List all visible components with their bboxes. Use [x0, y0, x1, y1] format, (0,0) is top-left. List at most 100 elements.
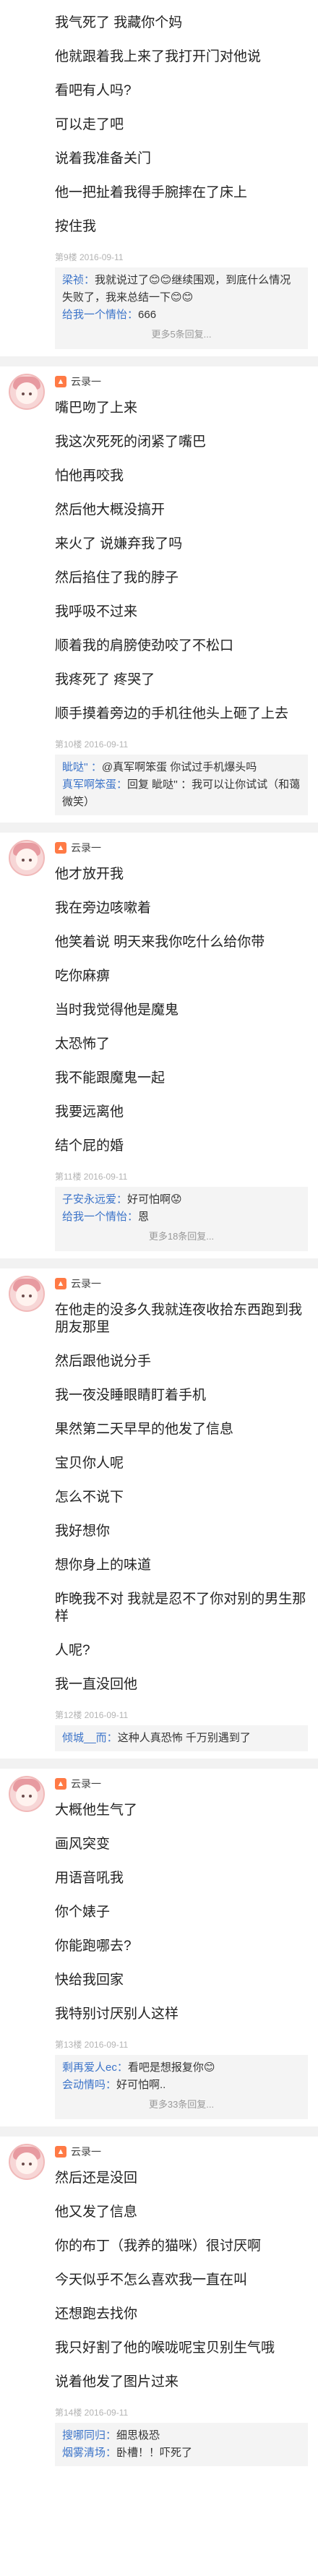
reply-text: 我就说过了😊😊继续围观，到底什么情况失败了，我来总结一下😊😊 — [62, 274, 291, 304]
post-line: 怕他再咬我 — [55, 468, 124, 484]
floor-info: 第10楼 2016-09-11 — [55, 739, 129, 750]
post-line: 你个婊子 — [55, 1905, 111, 1920]
post-separator — [0, 2126, 318, 2137]
reply-item: 给我一个情怡：恩 — [62, 1208, 301, 1226]
post-separator — [0, 1258, 318, 1268]
reply-author[interactable]: 真军啊笨蛋： — [62, 778, 127, 791]
thread: 我气死了 我藏你个妈 他就跟着我上来了我打开门对他说 看吧有人吗? 可以走了吧 说着我准… — [0, 0, 318, 2473]
post-line: 他一把扯着我得手腕摔在了床上 — [55, 185, 248, 200]
post-line: 还想跑去找你 — [55, 2306, 138, 2322]
post-line: 人呢? — [55, 1643, 90, 1658]
reply-item: 会动情吗：好可怕啊.. — [62, 2077, 301, 2094]
author-name[interactable]: 云录一 — [71, 841, 101, 855]
more-replies-link[interactable]: 更多33条回复... — [62, 2094, 301, 2115]
avatar[interactable] — [9, 374, 45, 410]
post-separator — [0, 1759, 318, 1769]
more-replies-link[interactable]: 更多18条回复... — [62, 1226, 301, 1247]
reply-author[interactable]: 烟雾清场： — [62, 2447, 116, 2459]
post-line: 当时我觉得他是魔鬼 — [55, 1003, 179, 1018]
avatar-eye — [22, 1795, 25, 1798]
avatar[interactable] — [9, 1776, 45, 1812]
reply-list: 搜哪同归：细思极恐 烟雾清场：卧槽！！吓死了 — [55, 2423, 308, 2466]
reply-item: 子安永远爱：好可怕啊😟 — [62, 1191, 301, 1208]
post-line: 然后跟他说分手 — [55, 1354, 152, 1369]
post-line: 结个屁的婚 — [55, 1138, 124, 1154]
reply-author[interactable]: 搜哪同归： — [62, 2429, 116, 2442]
reply-text: 好可怕啊.. — [116, 2079, 166, 2091]
floor-info: 第12楼 2016-09-11 — [55, 1710, 129, 1720]
reply-author[interactable]: 子安永远爱： — [62, 1193, 127, 1206]
avatar[interactable] — [9, 2144, 45, 2180]
author-badge-icon: ▲ — [55, 1278, 66, 1289]
post-line: 怎么不说下 — [55, 1490, 124, 1505]
post-line: 说着我准备关门 — [55, 151, 152, 166]
avatar-eye — [22, 2163, 25, 2165]
avatar-eye — [29, 392, 32, 395]
reply-list: 梁祯：我就说过了😊😊继续围观，到底什么情况失败了，我来总结一下😊😊 给我一个情怡：… — [55, 267, 308, 349]
author-name[interactable]: 云录一 — [71, 374, 101, 389]
reply-author[interactable]: 梁祯： — [62, 274, 95, 286]
more-replies-link[interactable]: 更多5条回复... — [62, 324, 301, 345]
post-line: 我只好割了他的喉咙呢宝贝别生气哦 — [55, 2340, 275, 2356]
post-line: 然后掐住了我的脖子 — [55, 570, 179, 585]
post-line: 宝贝你人呢 — [55, 1456, 124, 1471]
author-badge-icon: ▲ — [55, 2146, 66, 2158]
post-line: 他才放开我 — [55, 867, 124, 882]
post-line: 画风突变 — [55, 1837, 111, 1852]
post: ▲ 云录一 然后还是没回 他又发了信息 你的布丁（我养的猫咪）很讨厌啊 今天似乎不怎么喜欢… — [0, 2137, 318, 2473]
post-line: 果然第二天早早的他发了信息 — [55, 1422, 234, 1437]
post: ▲ 云录一 他才放开我 我在旁边咳嗽着 他笑着说 明天来我你吃什么给你带 吃你麻痹 当时我觉… — [0, 833, 318, 1258]
reply-list: 眦哒'' ：@真军啊笨蛋 你试过手机爆头吗 真军啊笨蛋：回复 眦哒'' ：我可以让… — [55, 755, 308, 815]
post-line: 嘴巴吻了上来 — [55, 400, 138, 416]
floor-info: 第14楼 2016-09-11 — [55, 2408, 129, 2418]
author-name[interactable]: 云录一 — [71, 2144, 101, 2159]
avatar-face — [16, 849, 38, 870]
post-line: 用语音吼我 — [55, 1871, 124, 1886]
post-line: 来火了 说嫌弃我了吗 — [55, 536, 183, 551]
author-name[interactable]: 云录一 — [71, 1777, 101, 1791]
reply-item: 给我一个情怡：666 — [62, 306, 301, 324]
avatar-eye — [29, 859, 32, 862]
avatar[interactable] — [9, 1276, 45, 1312]
avatar-eye — [29, 1295, 32, 1297]
post-header: ▲ 云录一 — [55, 838, 311, 857]
avatar-face — [16, 1785, 38, 1806]
reply-author[interactable]: 眦哒'' ： — [62, 761, 102, 773]
reply-author[interactable]: 给我一个情怡： — [62, 309, 138, 321]
reply-item: 真军啊笨蛋：回复 眦哒'' ：我可以让你试试（和蔼微笑） — [62, 776, 301, 811]
author-badge-icon: ▲ — [55, 842, 66, 854]
post-line: 你能跑哪去? — [55, 1939, 132, 1954]
post-line: 你的布丁（我养的猫咪）很讨厌啊 — [55, 2238, 262, 2254]
post-line: 按住我 — [55, 219, 97, 234]
reply-author[interactable]: 给我一个情怡： — [62, 1211, 138, 1223]
avatar-face — [16, 2152, 38, 2174]
post: ▲ 云录一 嘴巴吻了上来 我这次死死的闭紧了嘴巴 怕他再咬我 然后他大概没搞开 来火了 说嫌… — [0, 366, 318, 823]
reply-item: 梁祯：我就说过了😊😊继续围观，到底什么情况失败了，我来总结一下😊😊 — [62, 272, 301, 306]
reply-item: 烟雾清场：卧槽！！吓死了 — [62, 2444, 301, 2462]
reply-item: 眦哒'' ：@真军啊笨蛋 你试过手机爆头吗 — [62, 759, 301, 776]
reply-item: 剩再爱人ec：看吧是想报复你😊 — [62, 2059, 301, 2077]
floor-info: 第13楼 2016-09-11 — [55, 2040, 129, 2050]
post-line: 可以走了吧 — [55, 117, 124, 132]
reply-text: 看吧是想报复你😊 — [127, 2061, 215, 2074]
post-line: 我呼吸不过来 — [55, 604, 138, 619]
post-separator — [0, 823, 318, 833]
post-line: 我好想你 — [55, 1524, 111, 1539]
avatar-eye — [22, 1295, 25, 1297]
post-line: 顺着我的肩膀使劲咬了不松口 — [55, 638, 234, 653]
reply-text: 恩 — [138, 1211, 150, 1223]
reply-author[interactable]: 剩再爱人ec： — [62, 2061, 128, 2074]
reply-text: 细思极恐 — [116, 2429, 160, 2442]
reply-text: 卧槽！！吓死了 — [116, 2447, 193, 2459]
post-line: 我要远离他 — [55, 1104, 124, 1120]
reply-author[interactable]: 倾城__而： — [62, 1732, 118, 1744]
reply-author[interactable]: 会动情吗： — [62, 2079, 116, 2091]
reply-list: 子安永远爱：好可怕啊😟 给我一个情怡：恩 更多18条回复... — [55, 1187, 308, 1251]
post-separator — [0, 356, 318, 366]
avatar[interactable] — [9, 840, 45, 876]
post-header: ▲ 云录一 — [55, 372, 311, 391]
avatar-face — [16, 1284, 38, 1306]
author-name[interactable]: 云录一 — [71, 1276, 101, 1291]
author-badge-icon: ▲ — [55, 376, 66, 387]
reply-list: 倾城__而：这种人真恐怖 千万别遇到了 — [55, 1725, 308, 1751]
